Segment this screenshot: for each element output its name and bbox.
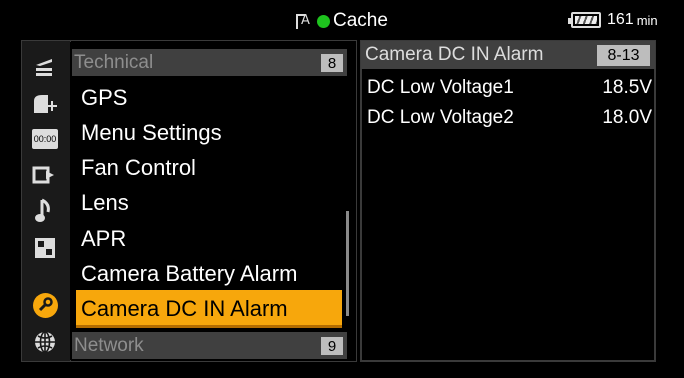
setting-value: 18.5V	[602, 77, 652, 98]
menu-item-apr[interactable]: APR	[81, 222, 126, 256]
detail-code-badge: 8-13	[597, 45, 650, 66]
battery-remaining: 161	[607, 11, 634, 28]
status-bar: A Cache 161 min	[0, 0, 684, 38]
battery-unit: min	[636, 12, 658, 28]
detail-title: Camera DC IN Alarm	[365, 44, 544, 65]
cache-label: Cache	[333, 10, 388, 31]
menu-item-camera-battery-alarm[interactable]: Camera Battery Alarm	[81, 257, 297, 291]
cache-indicator-icon	[317, 14, 330, 28]
detail-header: Camera DC IN Alarm 8-13	[361, 41, 655, 69]
menu-item-fan-control[interactable]: Fan Control	[81, 151, 196, 185]
output-icon[interactable]	[30, 161, 60, 189]
category-label: Network	[74, 334, 144, 356]
cache-status: A Cache	[295, 9, 388, 33]
battery-status: 161 min	[568, 11, 658, 29]
category-network[interactable]: Network 9	[72, 332, 347, 359]
category-label: Technical	[74, 51, 154, 73]
maintenance-icon[interactable]	[30, 291, 60, 319]
menu-item-menu-settings[interactable]: Menu Settings	[81, 116, 222, 150]
timecode-icon[interactable]: 00:00	[30, 125, 60, 153]
menu-list: Technical 8 GPS Menu Settings Fan Contro…	[71, 41, 356, 361]
media-a-icon: A	[295, 12, 313, 30]
menu-scrollbar[interactable]	[346, 211, 349, 316]
setting-value: 18.0V	[602, 107, 652, 128]
category-icon-column: 00:00	[22, 41, 70, 361]
thumbnail-icon[interactable]	[30, 234, 60, 262]
menu-item-lens[interactable]: Lens	[81, 186, 129, 220]
setting-label: DC Low Voltage2	[367, 107, 514, 128]
menu-item-gps[interactable]: GPS	[81, 81, 127, 115]
battery-icon	[568, 12, 601, 28]
menu-item-camera-dc-in-alarm[interactable]: Camera DC IN Alarm	[76, 290, 342, 328]
setting-row-dc-low-voltage2[interactable]: DC Low Voltage2 18.0V	[367, 107, 652, 133]
category-technical[interactable]: Technical 8	[72, 49, 347, 76]
camera-icon[interactable]	[30, 53, 60, 81]
network-icon[interactable]	[30, 328, 60, 356]
paint-icon[interactable]	[30, 89, 60, 117]
category-badge: 8	[321, 54, 343, 72]
setting-row-dc-low-voltage1[interactable]: DC Low Voltage1 18.5V	[367, 77, 652, 103]
category-badge: 9	[321, 337, 343, 355]
setting-label: DC Low Voltage1	[367, 77, 514, 98]
audio-icon[interactable]	[30, 197, 60, 225]
